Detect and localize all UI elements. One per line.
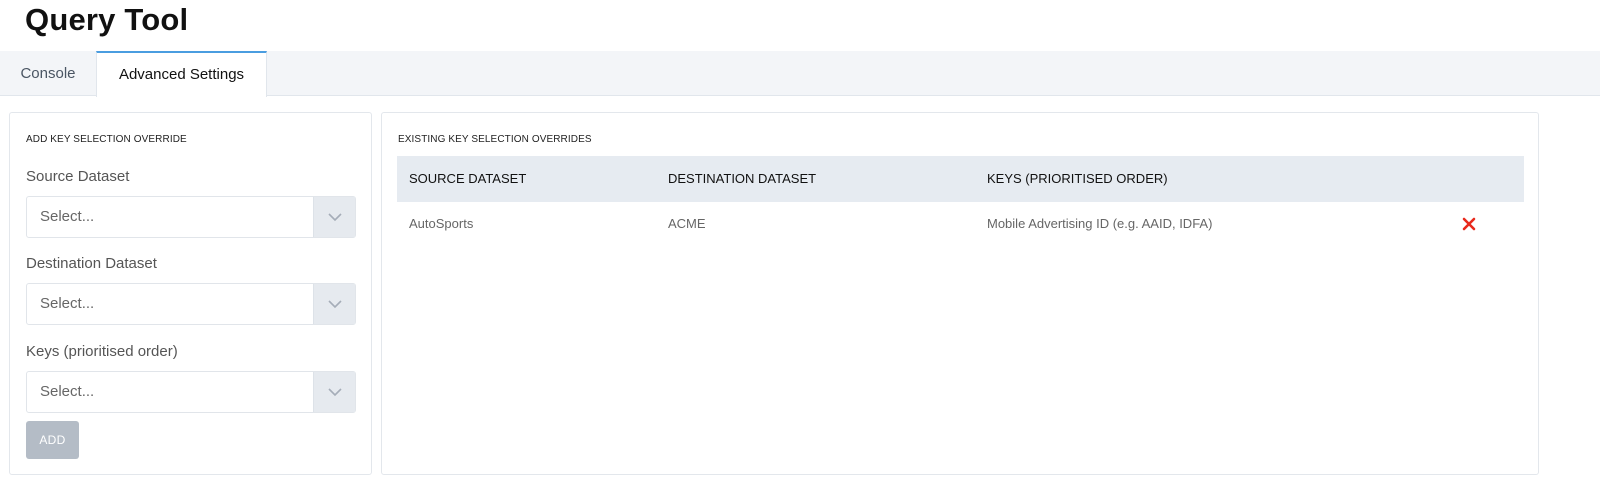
column-header-destination: DESTINATION DATASET	[668, 171, 817, 186]
source-dataset-select[interactable]: Select...	[26, 196, 356, 238]
tab-advanced-settings[interactable]: Advanced Settings	[96, 51, 267, 97]
column-header-keys: KEYS (PRIORITISED ORDER)	[987, 171, 1168, 186]
table-header: SOURCE DATASET DESTINATION DATASET KEYS …	[397, 156, 1524, 202]
destination-dataset-label: Destination Dataset	[26, 255, 157, 272]
page-title: Query Tool	[25, 2, 189, 37]
add-button[interactable]: ADD	[26, 421, 79, 459]
destination-dataset-select[interactable]: Select...	[26, 283, 356, 325]
keys-dropdown-toggle[interactable]	[313, 372, 355, 412]
delete-icon[interactable]	[1461, 216, 1477, 232]
chevron-down-icon	[328, 213, 342, 222]
source-dataset-value: Select...	[40, 208, 95, 225]
source-dataset-label: Source Dataset	[26, 168, 130, 185]
keys-select[interactable]: Select...	[26, 371, 356, 413]
chevron-down-icon	[328, 388, 342, 397]
destination-dataset-value: Select...	[40, 295, 95, 312]
cell-destination: ACME	[668, 216, 706, 231]
chevron-down-icon	[328, 300, 342, 309]
existing-overrides-panel: EXISTING KEY SELECTION OVERRIDES SOURCE …	[381, 112, 1539, 475]
tab-console[interactable]: Console	[0, 51, 96, 96]
destination-dataset-dropdown-toggle[interactable]	[313, 284, 355, 324]
cell-keys: Mobile Advertising ID (e.g. AAID, IDFA)	[987, 216, 1213, 231]
column-header-source: SOURCE DATASET	[409, 171, 527, 186]
tab-bar: Console Advanced Settings	[0, 51, 1600, 97]
existing-overrides-heading: EXISTING KEY SELECTION OVERRIDES	[398, 134, 592, 145]
add-override-panel: ADD KEY SELECTION OVERRIDE Source Datase…	[9, 112, 372, 475]
keys-label: Keys (prioritised order)	[26, 343, 178, 360]
overrides-table: SOURCE DATASET DESTINATION DATASET KEYS …	[397, 156, 1524, 246]
add-override-heading: ADD KEY SELECTION OVERRIDE	[26, 134, 187, 145]
keys-value: Select...	[40, 383, 95, 400]
cell-source: AutoSports	[409, 216, 474, 231]
table-row: AutoSports ACME Mobile Advertising ID (e…	[397, 202, 1524, 246]
source-dataset-dropdown-toggle[interactable]	[313, 197, 355, 237]
